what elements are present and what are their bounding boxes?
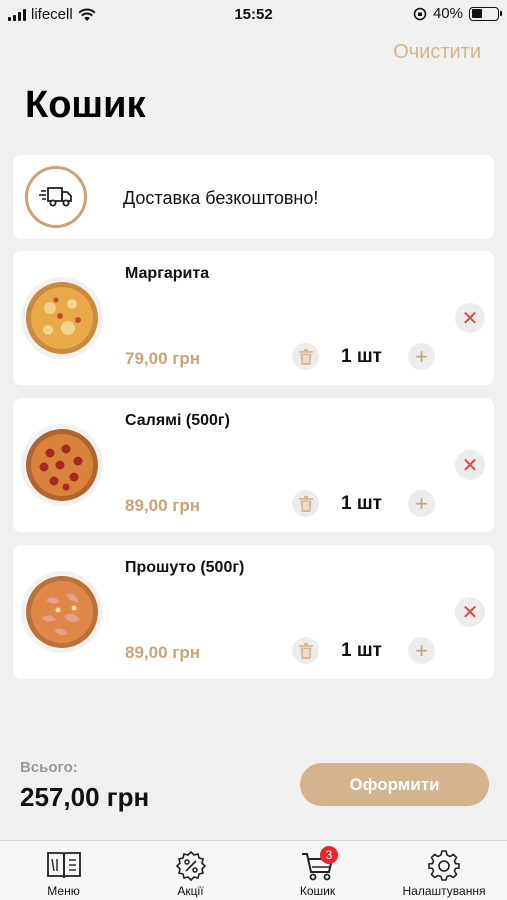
tab-label: Налаштування (402, 884, 486, 898)
status-bar: lifecell 15:52 40% (0, 0, 507, 30)
tab-bar: Меню Акції 3 Кошик Налаштування (0, 840, 507, 900)
discount-badge-icon (175, 850, 206, 882)
page-title: Кошик (25, 84, 146, 126)
tab-label: Меню (47, 884, 80, 898)
remove-item-button[interactable]: ✕ (455, 303, 485, 333)
item-price: 89,00 грн (125, 496, 200, 515)
cart-count-badge: 3 (320, 846, 338, 864)
increase-quantity-button[interactable]: + (408, 490, 435, 517)
tab-menu[interactable]: Меню (0, 841, 127, 900)
tab-settings[interactable]: Налаштування (381, 841, 507, 900)
delete-one-button[interactable] (292, 490, 319, 517)
trash-icon (298, 642, 313, 659)
gear-icon (428, 850, 460, 881)
delivery-banner: Доставка безкоштовно! (13, 155, 494, 239)
pizza-image (21, 277, 103, 359)
cart-item: Прошуто (500г) 89,00 грн 1 шт + ✕ (13, 545, 494, 679)
close-icon: ✕ (461, 601, 479, 624)
battery-fill (471, 9, 482, 18)
close-icon: ✕ (461, 307, 479, 330)
item-name: Салямі (500г) (125, 412, 230, 429)
tab-label: Кошик (299, 884, 336, 898)
trash-icon (298, 495, 313, 512)
clear-cart-button[interactable]: Очистити (393, 41, 481, 64)
delete-one-button[interactable] (292, 343, 319, 370)
trash-icon (298, 348, 313, 365)
tab-cart[interactable]: 3 Кошик (254, 841, 381, 900)
rotation-lock-icon (413, 7, 427, 20)
item-name: Прошуто (500г) (125, 559, 245, 576)
remove-item-button[interactable]: ✕ (455, 450, 485, 480)
remove-item-button[interactable]: ✕ (455, 597, 485, 627)
plus-icon: + (415, 490, 428, 516)
tab-promotions[interactable]: Акції (127, 841, 254, 900)
total-label: Всього: (20, 759, 78, 776)
total-value: 257,00 грн (20, 782, 150, 812)
plus-icon: + (415, 343, 428, 369)
battery-percent: 40% (432, 5, 463, 22)
plus-icon: + (415, 637, 428, 663)
item-name: Маргарита (125, 265, 210, 282)
tab-label: Акції (177, 884, 204, 898)
delivery-text: Доставка безкоштовно! (123, 188, 319, 208)
item-price: 89,00 грн (125, 643, 200, 662)
close-icon: ✕ (461, 454, 479, 477)
increase-quantity-button[interactable]: + (408, 343, 435, 370)
pizza-image (21, 424, 103, 506)
status-right: 40% (413, 5, 502, 22)
delete-one-button[interactable] (292, 637, 319, 664)
increase-quantity-button[interactable]: + (408, 637, 435, 664)
cart-item: Маргарита 79,00 грн 1 шт + ✕ (13, 251, 494, 385)
cart-item: Салямі (500г) 89,00 грн 1 шт + ✕ (13, 398, 494, 532)
battery-icon (469, 6, 502, 21)
item-price: 79,00 грн (125, 349, 200, 368)
item-quantity: 1 шт (341, 346, 382, 367)
menu-book-icon (46, 852, 81, 879)
delivery-truck-icon (25, 166, 87, 228)
pizza-image (21, 571, 103, 653)
checkout-button[interactable]: Оформити (300, 763, 489, 806)
item-quantity: 1 шт (341, 640, 382, 661)
item-quantity: 1 шт (341, 493, 382, 514)
